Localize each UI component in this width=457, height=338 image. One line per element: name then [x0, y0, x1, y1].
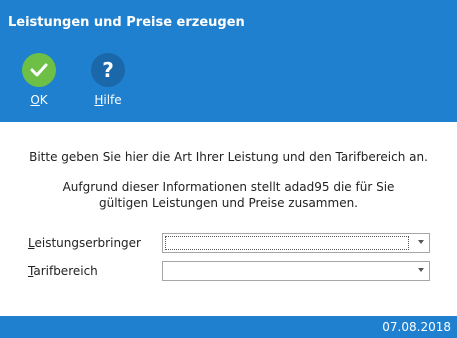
instruction-text: Bitte geben Sie hier die Art Ihrer Leist…	[29, 150, 428, 164]
status-bar: 07.08.2018	[0, 316, 457, 338]
help-button-label: Hilfe	[94, 93, 122, 107]
leistungserbringer-select[interactable]	[162, 233, 430, 253]
status-date: 07.08.2018	[382, 320, 451, 334]
dialog-content: Bitte geben Sie hier die Art Ihrer Leist…	[0, 122, 457, 316]
info-text: Aufgrund dieser Informationen stellt ada…	[62, 180, 395, 210]
focus-indicator	[165, 236, 409, 250]
checkmark-icon	[22, 53, 56, 87]
dropdown-arrow-icon[interactable]	[418, 268, 424, 272]
leistungserbringer-label: Leistungserbringer	[28, 236, 141, 250]
tarifbereich-label: Tarifbereich	[28, 264, 98, 278]
header-panel: Leistungen und Preise erzeugen OK ? Hilf…	[0, 0, 457, 122]
help-button[interactable]: ? Hilfe	[88, 53, 128, 115]
tarifbereich-select[interactable]	[162, 261, 430, 281]
dropdown-arrow-icon[interactable]	[418, 240, 424, 244]
ok-button-label: OK	[30, 93, 48, 107]
help-question-icon: ?	[91, 53, 125, 87]
window-title: Leistungen und Preise erzeugen	[8, 15, 245, 30]
ok-button[interactable]: OK	[19, 53, 59, 115]
